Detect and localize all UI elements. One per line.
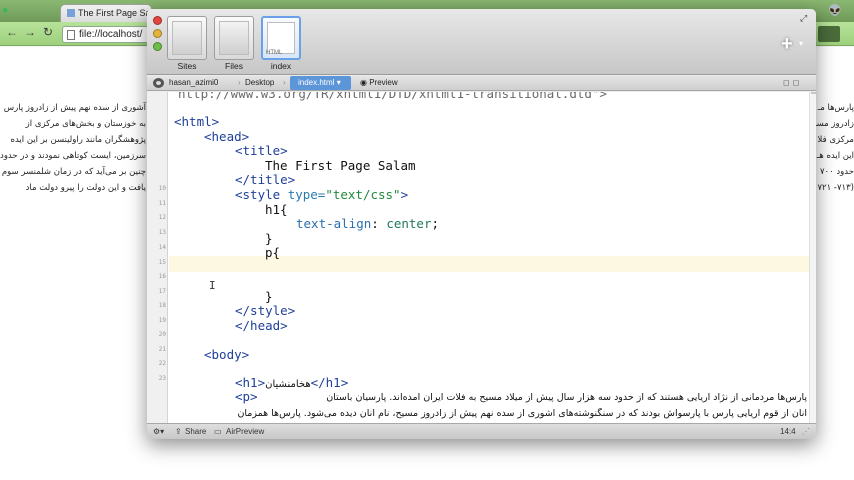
page-favicon-icon (67, 9, 75, 17)
preview-label: Preview (369, 78, 398, 87)
code-css-semicolon: ; (431, 216, 440, 231)
code-line-p-open: <p> (235, 389, 258, 404)
line-number: 23 (158, 375, 166, 382)
path-segment-user[interactable]: hasan_azimi0 (169, 78, 218, 87)
scrollbar-thumb[interactable] (811, 92, 816, 94)
line-number: 11 (158, 200, 166, 207)
browser-window-controls[interactable]: ● (2, 5, 8, 16)
chevron-right-icon: › (238, 78, 241, 87)
preview-button[interactable]: ◉ Preview (360, 78, 398, 87)
files-icon (219, 21, 249, 55)
gear-icon[interactable]: ⚙▾ (153, 427, 164, 436)
code-css-property: text-align (296, 216, 372, 231)
code-line-html-open: <html> (174, 114, 220, 129)
forward-arrow-icon[interactable]: → (24, 25, 36, 39)
sites-label: Sites (177, 61, 197, 71)
chevron-right-icon: › (283, 78, 286, 87)
code-style-tag: <style (235, 187, 288, 202)
path-segment-file[interactable]: index.html ▾ (290, 76, 351, 90)
line-number: 19 (158, 317, 166, 324)
code-line-p-text: پارس‌ها مردمانی از نژاد آریایی هستند که … (326, 392, 807, 403)
path-segment-desktop[interactable]: Desktop (245, 78, 274, 87)
view-toggle-icons[interactable]: ◻◻ (783, 78, 802, 87)
minimize-window-button[interactable] (153, 29, 162, 38)
path-file-label: index.html (298, 78, 335, 87)
code-line-style-open: <style type="text/css"> (235, 187, 408, 202)
code-editor[interactable]: 14 13 12 11 10 15 16 17 18 19 20 21 22 2… (147, 92, 816, 423)
code-h1-open: <h1> (235, 375, 266, 390)
back-arrow-icon[interactable]: ← (6, 25, 18, 39)
page-paragraph-left: آشوری از سده نهم پیش از زادروز پارس به خ… (0, 103, 146, 193)
page-paragraph-right: پارس‌ها مـ زادروز مسـ مرکزی فلا این ایده… (814, 103, 854, 200)
code-line-head-open: <head> (204, 129, 250, 144)
browser-tab-title: The First Page Salam (78, 8, 151, 18)
url-bar[interactable]: file://localhost/ (62, 26, 154, 43)
line-number: 10 (158, 185, 166, 192)
code-line-close-brace: } (265, 231, 273, 246)
code-line-title-text: The First Page Salam (265, 158, 416, 173)
page-icon (67, 30, 75, 40)
text-cursor-icon: I (209, 279, 216, 292)
line-number: 17 (158, 288, 166, 295)
line-number: 13 (158, 229, 166, 236)
close-window-button[interactable] (153, 16, 162, 25)
code-h1-close: </h1> (310, 375, 349, 390)
code-line-title-open: <title> (235, 143, 288, 158)
code-line-doctype: http://www.w3.org/TR/xhtml1/DTD/xhtml1-t… (178, 92, 607, 101)
code-line-body-open: <body> (204, 347, 250, 362)
airpreview-icon[interactable]: ▭ (214, 427, 222, 436)
code-line-title-close: </title> (235, 172, 296, 187)
resize-grip-icon[interactable]: ⋰ (802, 427, 810, 436)
code-style-attr: type= (287, 187, 326, 202)
files-label: Files (225, 61, 243, 71)
airpreview-button[interactable]: AirPreview (226, 427, 264, 436)
code-line-close-brace: } (265, 289, 273, 304)
code-style-tag-end: > (400, 187, 409, 202)
share-button[interactable]: Share (185, 427, 206, 436)
code-line-text-align: text-align: center; (296, 216, 439, 231)
code-line-p-text-wrap: آنان از قوم آریایی پارس با پارسواش بودند… (237, 408, 807, 419)
code-line-h1-selector: h1{ (265, 202, 288, 217)
line-number-gutter (147, 92, 168, 423)
line-number: 14 (158, 244, 166, 251)
code-css-colon: : (371, 216, 387, 231)
sites-thumbnail[interactable] (167, 16, 207, 60)
line-number: 22 (158, 360, 166, 367)
line-number: 16 (158, 273, 166, 280)
html-file-tag: HTML (266, 50, 283, 56)
line-number: 21 (158, 346, 166, 353)
code-line-head-close: </head> (235, 318, 288, 333)
code-line-h1: <h1>هخامنشیان</h1> (235, 375, 348, 390)
code-style-value: "text/css" (325, 187, 401, 202)
add-icon[interactable]: + (781, 33, 793, 56)
editor-window: HTML Sites Files index + ▾ ⤢ hasan_azimi… (147, 9, 816, 439)
index-thumbnail[interactable]: HTML (261, 16, 301, 60)
code-css-value: center (386, 216, 432, 231)
editor-header: HTML Sites Files index + ▾ (147, 9, 816, 75)
line-number: 18 (158, 302, 166, 309)
extension-icon[interactable] (818, 26, 840, 42)
url-text: file://localhost/ (79, 29, 143, 40)
files-thumbnail[interactable] (214, 16, 254, 60)
sites-icon (172, 21, 202, 55)
browser-tab[interactable]: The First Page Salam (60, 4, 152, 22)
eye-icon[interactable] (153, 78, 164, 88)
share-icon[interactable]: ⇪ (175, 427, 182, 436)
chevron-down-icon[interactable]: ▾ (799, 39, 803, 48)
index-label: index (270, 61, 292, 71)
fullscreen-icon[interactable]: ⤢ (800, 13, 807, 24)
vertical-scrollbar[interactable] (809, 92, 816, 423)
reload-icon[interactable]: ↻ (43, 25, 53, 39)
zoom-window-button[interactable] (153, 42, 162, 51)
line-number: 15 (158, 259, 166, 266)
status-bar: ⚙▾ ⇪ Share ▭ AirPreview 14:4 ⋰ (147, 423, 816, 439)
path-bar: hasan_azimi0 › Desktop › index.html ▾ ◉ … (147, 76, 816, 91)
line-number: 20 (158, 331, 166, 338)
line-number: 12 (158, 214, 166, 221)
code-h1-text: هخامنشیان (265, 379, 311, 390)
code-line-p-selector: p{ (265, 245, 281, 260)
alien-icon: 👽 (828, 5, 842, 17)
cursor-position: 14:4 (780, 427, 796, 436)
code-line-style-close: </style> (235, 303, 296, 318)
